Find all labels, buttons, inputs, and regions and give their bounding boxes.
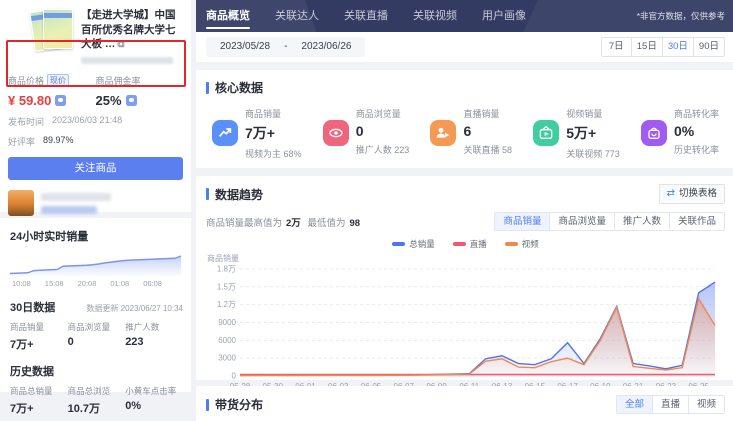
rating-label: 好评率 — [8, 137, 36, 148]
svg-text:3000: 3000 — [218, 354, 236, 363]
svg-text:1.5万: 1.5万 — [217, 282, 236, 291]
date-start: 2023/05/28 — [220, 41, 271, 52]
rating-row: 好评率 89.97% — [0, 135, 191, 148]
date-separator: - — [284, 41, 288, 52]
copy-icon[interactable]: ⧉ — [117, 39, 124, 50]
range-15d-button[interactable]: 15日 — [630, 37, 663, 57]
history-title: 历史数据 — [10, 366, 54, 378]
filter-all[interactable]: 全部 — [615, 395, 653, 414]
shop-avatar — [8, 190, 34, 217]
realtime-sales-chart — [9, 255, 182, 276]
legend-live[interactable]: 直播 — [452, 238, 487, 250]
trend-tab-product-views[interactable]: 商品浏览量 — [549, 212, 615, 231]
data-trend-card: 数据趋势 ⇄ 切换表格 商品销量最高值为 2万 最低值为 98 商品销量 商品浏览量 … — [196, 176, 733, 391]
range-30d-button[interactable]: 30日 — [661, 37, 694, 57]
core-metrics: 商品销量 7万+ 视频为主 68% 商品浏览量 0 推广人数 223 直播销量 … — [206, 96, 723, 160]
tab-related-lives[interactable]: 关联直播 — [344, 1, 388, 31]
range-7d-button[interactable]: 7日 — [600, 37, 632, 57]
product-info-card: 【走进大学城】中国百所优秀名牌大学七大板 … ⧉ 商品价格 现价 ¥ 59.80 商… — [0, 0, 191, 253]
metric-product-views: 商品浏览量 0 推广人数 223 — [322, 107, 409, 160]
chart-legend: 总销量 直播 视频 — [206, 238, 725, 250]
day30-stats: 商品销量 7万+ 商品浏览量 0 推广人数 223 — [10, 322, 160, 351]
price-label: 商品价格 — [8, 76, 45, 87]
metric-product-sales: 商品销量 7万+ 视频为主 68% — [212, 107, 302, 160]
svg-text:9000: 9000 — [218, 318, 236, 327]
product-image[interactable] — [29, 8, 74, 52]
day30-title: 30日数据 — [10, 302, 56, 314]
unofficial-data-note: *非官方数据，仅供参考 — [636, 11, 725, 21]
current-price-tag: 现价 — [47, 74, 70, 88]
switch-table-button[interactable]: ⇄ 切换表格 — [658, 184, 725, 204]
svg-text:商品销量: 商品销量 — [207, 253, 239, 263]
sidebar-stats-card: 24小时实时销量 10:08 15:08 20:08 01:08 06:08 30日数据… — [0, 218, 191, 415]
product-header: 【走进大学城】中国百所优秀名牌大学七大板 … ⧉ — [0, 0, 191, 54]
svg-text:1.2万: 1.2万 — [217, 300, 236, 309]
svg-text:6000: 6000 — [218, 336, 236, 345]
range-button-group: 7日 15日 30日 90日 — [600, 37, 725, 57]
trend-summary: 商品销量最高值为 2万 最低值为 98 — [206, 217, 361, 229]
price-tip-icon[interactable] — [55, 95, 67, 107]
top-nav: 商品概览 关联达人 关联直播 关联视频 用户画像 *非官方数据，仅供参考 — [196, 0, 733, 32]
rating-value: 89.97% — [43, 135, 74, 146]
shop-row[interactable] — [0, 180, 191, 217]
eye-icon — [322, 120, 349, 146]
svg-text:1.8万: 1.8万 — [217, 264, 236, 273]
realtime-x-labels: 10:08 15:08 20:08 01:08 06:08 — [12, 279, 162, 288]
distribution-card: 带货分布 全部 直播 视频 — [196, 386, 733, 421]
distribution-title: 带货分布 — [206, 396, 263, 413]
video-icon — [533, 120, 560, 146]
price-value: ¥ 59.80 — [8, 93, 52, 109]
tab-product-overview[interactable]: 商品概览 — [206, 1, 250, 31]
core-data-card: 核心数据 商品销量 7万+ 视频为主 68% 商品浏览量 0 推广人数 223 … — [196, 70, 733, 168]
swap-icon: ⇄ — [666, 188, 675, 199]
svg-text:0: 0 — [232, 372, 237, 381]
realtime-chart-title: 24小时实时销量 — [10, 231, 89, 243]
trend-metric-tabs: 商品销量 商品浏览量 推广人数 关联作品 — [494, 212, 725, 231]
bag-icon — [640, 120, 667, 146]
product-category-redacted — [81, 57, 173, 65]
core-data-title: 核心数据 — [206, 79, 723, 96]
trend-tab-product-sales[interactable]: 商品销量 — [494, 212, 551, 231]
data-update-time: 数据更新 2023/06/27 10:34 — [86, 304, 183, 313]
filter-live[interactable]: 直播 — [651, 395, 689, 414]
follow-product-button[interactable]: 关注商品 — [8, 157, 183, 181]
tab-user-profile[interactable]: 用户画像 — [482, 1, 526, 31]
trend-tab-promoters[interactable]: 推广人数 — [613, 212, 670, 231]
trend-tab-related-works[interactable]: 关联作品 — [668, 212, 725, 231]
metric-live-sales: 直播销量 6 关联直播 58 — [430, 107, 512, 160]
distribution-filters: 全部 直播 视频 — [615, 395, 725, 414]
shop-link-redacted — [41, 205, 97, 214]
toolbar: 2023/05/28 - 2023/06/26 7日 15日 30日 90日 — [196, 32, 733, 62]
tab-related-videos[interactable]: 关联视频 — [413, 1, 457, 31]
commission-label: 商品佣金率 — [95, 76, 141, 87]
trend-icon — [212, 120, 238, 146]
tab-related-influencers[interactable]: 关联达人 — [275, 1, 319, 31]
commission-tip-icon[interactable] — [125, 95, 137, 107]
legend-total-sales[interactable]: 总销量 — [392, 238, 435, 250]
history-stats: 商品总销量 7万+ 商品总浏览 10.7万 小黄车点击率 0% — [10, 386, 177, 415]
live-icon — [430, 120, 457, 146]
date-range-picker[interactable]: 2023/05/28 - 2023/06/26 — [206, 37, 366, 57]
legend-video[interactable]: 视频 — [504, 238, 539, 250]
shop-name-redacted — [41, 192, 111, 201]
product-title: 【走进大学城】中国百所优秀名牌大学七大板 … ⧉ — [81, 9, 176, 51]
trend-max-value: 2万 — [286, 217, 301, 229]
metric-video-sales: 视频销量 5万+ 关联视频 773 — [533, 107, 620, 160]
publish-time: 2023/06/03 21:48 — [52, 115, 123, 126]
price-row: 商品价格 现价 ¥ 59.80 商品佣金率 25% — [0, 64, 191, 108]
trend-title: 数据趋势 — [206, 186, 263, 203]
commission-value: 25% — [95, 93, 122, 109]
filter-video[interactable]: 视频 — [687, 395, 725, 414]
trend-min-value: 98 — [349, 217, 361, 229]
publish-label: 发布时间 — [8, 117, 45, 128]
date-end: 2023/06/26 — [301, 41, 352, 52]
metric-conversion-rate: 商品转化率 0% 历史转化率 — [640, 107, 719, 160]
publish-time-row: 发布时间 2023/06/03 21:48 — [0, 115, 191, 128]
trend-line-chart[interactable]: 商品销量03000600090001.2万1.5万1.8万05-2805-300… — [206, 252, 725, 392]
range-90d-button[interactable]: 90日 — [692, 37, 725, 57]
